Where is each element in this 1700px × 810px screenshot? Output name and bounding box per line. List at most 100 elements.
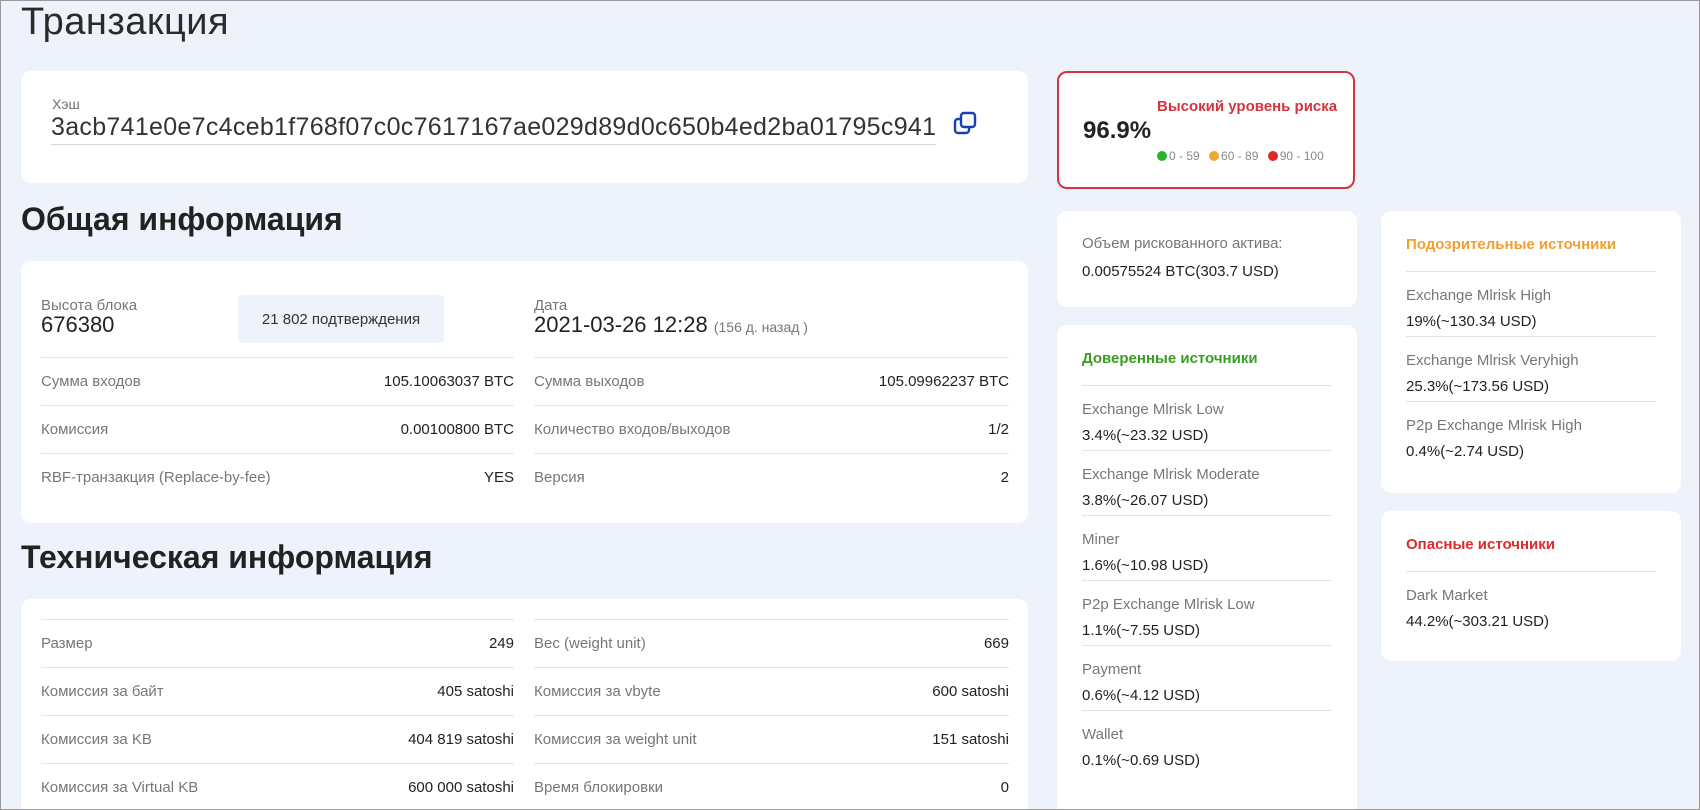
row-label: Сумма выходов xyxy=(534,373,645,390)
row-label: Размер xyxy=(41,635,93,652)
risk-score-card: 96.9% Высокий уровень риска 0 - 59 60 - … xyxy=(1057,71,1355,189)
risk-score-value: 96.9% xyxy=(1083,117,1152,144)
suspicious-sources-card: Подозрительные источники Exchange Mlrisk… xyxy=(1381,211,1681,493)
row-label: Сумма входов xyxy=(41,373,141,390)
row-label: Версия xyxy=(534,469,585,486)
risk-volume-card: Объем рискованного актива: 0.00575524 BT… xyxy=(1057,211,1357,307)
source-item: Exchange Mlrisk Moderate 3.8%(~26.07 USD) xyxy=(1082,450,1332,515)
row-value: 669 xyxy=(983,635,1009,652)
general-info-card: Высота блока 676380 21 802 подтверждения… xyxy=(21,261,1028,523)
suspicious-sources-title: Подозрительные источники xyxy=(1406,236,1617,253)
hash-card: Хэш 3acb741e0e7c4ceb1f768f07c0c7617167ae… xyxy=(21,71,1028,183)
source-name: P2p Exchange Mlrisk Low xyxy=(1082,596,1255,613)
dangerous-sources-list: Dark Market 44.2%(~303.21 USD) xyxy=(1406,571,1656,636)
row-value: 2 xyxy=(1000,469,1009,486)
row-label: Комиссия за Virtual KB xyxy=(41,779,199,796)
trusted-sources-card: Доверенные источники Exchange Mlrisk Low… xyxy=(1057,325,1357,809)
source-item: Miner 1.6%(~10.98 USD) xyxy=(1082,515,1332,580)
source-name: Dark Market xyxy=(1406,587,1488,604)
general-row: Комиссия 0.00100800 BTC xyxy=(41,405,514,453)
general-row: Версия 2 xyxy=(534,453,1009,501)
row-label: Комиссия за KB xyxy=(41,731,152,748)
tech-row: Размер 249 xyxy=(41,619,514,667)
general-info-title: Общая информация xyxy=(21,201,343,237)
row-value: 600 satoshi xyxy=(932,683,1009,700)
source-name: Exchange Mlrisk High xyxy=(1406,287,1552,304)
source-item: P2p Exchange Mlrisk Low 1.1%(~7.55 USD) xyxy=(1082,580,1332,645)
source-value: 44.2%(~303.21 USD) xyxy=(1406,613,1549,630)
dangerous-sources-card: Опасные источники Dark Market 44.2%(~303.… xyxy=(1381,511,1681,661)
risk-level-label: Высокий уровень риска xyxy=(1157,98,1338,115)
source-value: 3.8%(~26.07 USD) xyxy=(1082,492,1209,509)
legend-low: 0 - 59 xyxy=(1157,149,1200,163)
hash-value: 3acb741e0e7c4ceb1f768f07c0c7617167ae029d… xyxy=(51,113,937,145)
row-value: 0.00100800 BTC xyxy=(400,421,514,438)
technical-info-title: Техническая информация xyxy=(21,539,433,575)
risk-volume-value: 0.00575524 BTC(303.7 USD) xyxy=(1082,263,1279,280)
risk-legend: 0 - 59 60 - 89 90 - 100 xyxy=(1157,149,1330,163)
row-value: 105.10063037 BTC xyxy=(383,373,514,390)
source-name: Exchange Mlrisk Veryhigh xyxy=(1406,352,1579,369)
block-height: Высота блока 676380 xyxy=(41,297,137,336)
source-item: Dark Market 44.2%(~303.21 USD) xyxy=(1406,571,1656,636)
source-name: Exchange Mlrisk Low xyxy=(1082,401,1224,418)
legend-low-label: 0 - 59 xyxy=(1169,149,1200,163)
date-block: Дата 2021-03-26 12:28 (156 д. назад ) xyxy=(534,297,808,338)
source-item: P2p Exchange Mlrisk High 0.4%(~2.74 USD) xyxy=(1406,401,1656,466)
general-row: Сумма входов 105.10063037 BTC xyxy=(41,357,514,405)
row-label: Количество входов/выходов xyxy=(534,421,731,438)
row-label: Вес (weight unit) xyxy=(534,635,646,652)
source-item: Payment 0.6%(~4.12 USD) xyxy=(1082,645,1332,710)
row-label: Комиссия за байт xyxy=(41,683,164,700)
red-dot-icon xyxy=(1267,151,1278,161)
legend-medium: 60 - 89 xyxy=(1209,149,1258,163)
trusted-sources-title: Доверенные источники xyxy=(1082,350,1258,367)
tech-row: Комиссия за weight unit 151 satoshi xyxy=(534,715,1009,763)
row-value: 405 satoshi xyxy=(437,683,514,700)
source-value: 1.6%(~10.98 USD) xyxy=(1082,557,1209,574)
copy-icon[interactable] xyxy=(953,111,981,139)
general-row: Сумма выходов 105.09962237 BTC xyxy=(534,357,1009,405)
source-name: Wallet xyxy=(1082,726,1124,743)
source-value: 0.1%(~0.69 USD) xyxy=(1082,752,1200,769)
tech-row: Комиссия за байт 405 satoshi xyxy=(41,667,514,715)
source-value: 0.4%(~2.74 USD) xyxy=(1406,443,1524,460)
tech-row: Время блокировки 0 xyxy=(534,763,1009,809)
legend-high-label: 90 - 100 xyxy=(1279,149,1324,163)
app-frame: Транзакция Хэш 3acb741e0e7c4ceb1f768f07c… xyxy=(0,0,1700,810)
source-item: Wallet 0.1%(~0.69 USD) xyxy=(1082,710,1332,775)
date-text: 2021-03-26 12:28 xyxy=(534,312,708,337)
source-name: Exchange Mlrisk Moderate xyxy=(1082,466,1260,483)
source-name: Miner xyxy=(1082,531,1120,548)
row-value: 151 satoshi xyxy=(932,731,1009,748)
suspicious-sources-list: Exchange Mlrisk High 19%(~130.34 USD) Exc… xyxy=(1406,271,1656,466)
source-value: 0.6%(~4.12 USD) xyxy=(1082,687,1200,704)
source-item: Exchange Mlrisk Veryhigh 25.3%(~173.56 US… xyxy=(1406,336,1656,401)
green-dot-icon xyxy=(1157,151,1167,161)
page-title: Транзакция xyxy=(21,1,230,43)
row-label: RBF-транзакция (Replace-by-fee) xyxy=(41,469,271,486)
source-name: P2p Exchange Mlrisk High xyxy=(1406,417,1582,434)
row-label: Комиссия за vbyte xyxy=(534,683,661,700)
tech-row: Комиссия за vbyte 600 satoshi xyxy=(534,667,1009,715)
row-value: 0 xyxy=(1000,779,1009,796)
risk-volume-label: Объем рискованного актива: xyxy=(1082,235,1283,252)
source-value: 3.4%(~23.32 USD) xyxy=(1082,427,1209,444)
legend-high: 90 - 100 xyxy=(1267,149,1324,163)
date-ago: (156 д. назад ) xyxy=(713,319,808,335)
technical-info-card: Размер 249 Вес (weight unit) 669 Комиссия … xyxy=(21,599,1028,809)
dangerous-sources-title: Опасные источники xyxy=(1406,536,1556,553)
source-name: Payment xyxy=(1082,661,1142,678)
general-row: Количество входов/выходов 1/2 xyxy=(534,405,1009,453)
orange-dot-icon xyxy=(1209,151,1220,161)
source-item: Exchange Mlrisk High 19%(~130.34 USD) xyxy=(1406,271,1656,336)
row-value: 249 xyxy=(488,635,514,652)
row-label: Комиссия xyxy=(41,421,109,438)
row-value: 1/2 xyxy=(988,421,1009,438)
source-item: Exchange Mlrisk Low 3.4%(~23.32 USD) xyxy=(1082,385,1332,450)
row-label: Комиссия за weight unit xyxy=(534,731,697,748)
trusted-sources-list: Exchange Mlrisk Low 3.4%(~23.32 USD) Exch… xyxy=(1082,385,1332,775)
date-value: 2021-03-26 12:28 (156 д. назад ) xyxy=(534,314,808,338)
row-value: YES xyxy=(483,469,514,486)
row-value: 600 000 satoshi xyxy=(408,779,514,796)
